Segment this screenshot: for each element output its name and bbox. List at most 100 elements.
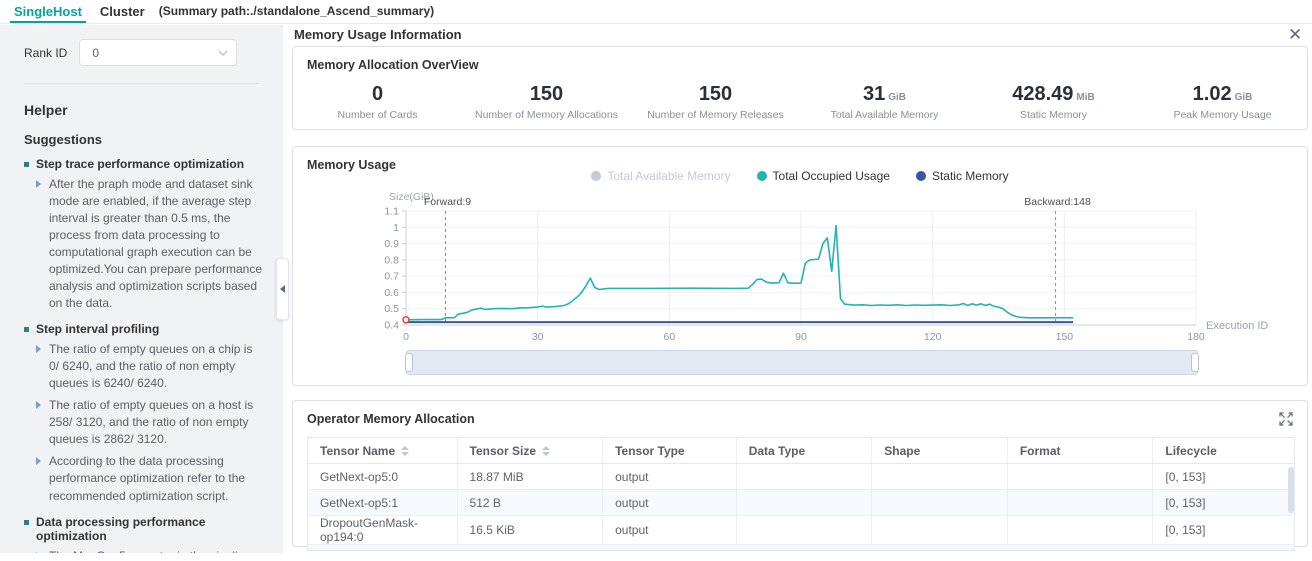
suggestions-title: Suggestions xyxy=(24,132,263,147)
table-scrollbar[interactable] xyxy=(1288,465,1294,547)
square-bullet-icon xyxy=(24,162,29,167)
stat-label: Number of Cards xyxy=(293,109,462,121)
suggestion-section-title: Data processing performance optimization xyxy=(24,515,263,543)
stat-value: 31GiB xyxy=(800,83,969,106)
suggestion-item[interactable]: According to the data processing perform… xyxy=(36,453,263,504)
suggestion-section: Data processing performance optimization… xyxy=(24,515,263,553)
table-row: GetNext-op5:1512 Boutput[0, 153] xyxy=(308,490,1295,516)
svg-text:Forward:9: Forward:9 xyxy=(424,196,471,208)
column-header-tensor-size[interactable]: Tensor Size xyxy=(457,438,603,464)
close-icon[interactable]: ✕ xyxy=(1288,25,1302,45)
legend-item[interactable]: Static Memory xyxy=(916,169,1009,183)
svg-text:1.1: 1.1 xyxy=(384,206,399,218)
stat-number: 1.02 xyxy=(1193,83,1232,105)
svg-text:60: 60 xyxy=(663,331,675,343)
table-cell: [0, 153] xyxy=(1153,464,1295,490)
svg-text:120: 120 xyxy=(924,331,942,343)
table-scrollbar-thumb[interactable] xyxy=(1288,467,1294,513)
column-header-tensor-name[interactable]: Tensor Name xyxy=(308,438,458,464)
column-label: Tensor Type xyxy=(615,444,685,458)
rank-id-value: 0 xyxy=(92,46,99,60)
overview-stat: 428.49MiBStatic Memory xyxy=(969,83,1138,121)
legend-label: Static Memory xyxy=(932,169,1009,183)
legend-dot-icon xyxy=(916,171,926,181)
helper-title: Helper xyxy=(24,102,263,118)
legend-item[interactable]: Total Occupied Usage xyxy=(757,169,890,183)
column-header-data-type: Data Type xyxy=(736,438,872,464)
legend-item[interactable]: Total Available Memory xyxy=(591,169,730,183)
rank-id-select[interactable]: 0 xyxy=(79,39,237,66)
svg-text:0: 0 xyxy=(403,331,409,343)
table-cell: [0, 153] xyxy=(1153,490,1295,516)
stat-number: 150 xyxy=(530,83,563,105)
legend-label: Total Available Memory xyxy=(607,169,730,183)
legend-dot-icon xyxy=(591,171,601,181)
chart-zoom-slider[interactable] xyxy=(406,350,1198,375)
stat-unit: MiB xyxy=(1076,92,1094,103)
chart-legend: Total Available Memory Total Occupied Usa… xyxy=(293,169,1307,183)
memory-allocation-overview-panel: Memory Allocation OverView 0 Number of Ca… xyxy=(292,46,1308,130)
table-panel-title: Operator Memory Allocation xyxy=(307,412,475,426)
clipped-row xyxy=(307,545,1295,551)
tab-cluster[interactable]: Cluster xyxy=(96,1,149,23)
table-cell xyxy=(872,464,1008,490)
table-cell xyxy=(736,490,872,516)
overview-stat: 31GiBTotal Available Memory xyxy=(800,83,969,121)
summary-path: (Summary path:./standalone_Ascend_summar… xyxy=(159,4,434,23)
overview-stat: 0 Number of Cards xyxy=(293,83,462,121)
suggestion-section-label: Step trace performance optimization xyxy=(36,157,244,171)
rank-id-label: Rank ID xyxy=(24,46,67,60)
suggestion-item[interactable]: After the praph mode and dataset sink mo… xyxy=(36,176,263,312)
table-cell xyxy=(1007,516,1153,545)
operator-memory-allocation-panel: Operator Memory Allocation Tensor NameTe… xyxy=(292,400,1308,547)
svg-text:Backward:148: Backward:148 xyxy=(1024,196,1091,208)
column-header-shape: Shape xyxy=(872,438,1008,464)
table-cell xyxy=(872,516,1008,545)
svg-text:0.4: 0.4 xyxy=(384,320,399,332)
svg-text:180: 180 xyxy=(1187,331,1205,343)
table-cell: 16.5 KiB xyxy=(457,516,603,545)
tab-singlehost[interactable]: SingleHost xyxy=(10,1,86,23)
stat-value: 0 xyxy=(293,83,462,106)
svg-text:1: 1 xyxy=(393,222,399,234)
square-bullet-icon xyxy=(24,520,29,525)
overview-panel-title: Memory Allocation OverView xyxy=(307,58,479,72)
overview-stat: 1.02GiBPeak Memory Usage xyxy=(1138,83,1307,121)
svg-text:Execution ID: Execution ID xyxy=(1206,320,1268,332)
slider-handle-right[interactable] xyxy=(1191,353,1199,372)
table-cell xyxy=(736,464,872,490)
table-cell: output xyxy=(603,516,737,545)
stat-label: Peak Memory Usage xyxy=(1138,109,1307,121)
collapse-left-icon xyxy=(280,285,285,293)
table-cell: 512 B xyxy=(457,490,603,516)
suggestion-item[interactable]: The ratio of empty queues on a chip is 0… xyxy=(36,341,263,392)
sort-carets-icon[interactable] xyxy=(401,446,409,456)
stat-value: 150 xyxy=(631,83,800,106)
stat-value: 150 xyxy=(462,83,631,106)
stat-label: Static Memory xyxy=(969,109,1138,121)
table-cell: [0, 153] xyxy=(1153,516,1295,545)
chevron-down-icon xyxy=(218,50,228,56)
column-label: Lifecycle xyxy=(1165,444,1216,458)
overview-stats-row: 0 Number of Cards150Number of Memory Allo… xyxy=(293,83,1307,121)
suggestion-item[interactable]: The ratio of empty queues on a host is 2… xyxy=(36,397,263,448)
expand-fullscreen-icon[interactable] xyxy=(1279,412,1293,426)
table-cell: DropoutGenMask-op194:0 xyxy=(308,516,458,545)
table-cell xyxy=(1007,464,1153,490)
operator-table: Tensor NameTensor Size Tensor Type Data Ty… xyxy=(307,437,1295,551)
svg-text:90: 90 xyxy=(795,331,807,343)
stat-number: 0 xyxy=(372,83,383,105)
overview-stat: 150Number of Memory Allocations xyxy=(462,83,631,121)
stat-unit: GiB xyxy=(888,92,906,103)
sidebar-collapse-button[interactable] xyxy=(276,258,289,320)
table-cell: output xyxy=(603,490,737,516)
table-cell: GetNext-op5:0 xyxy=(308,464,458,490)
column-label: Shape xyxy=(884,444,920,458)
memory-usage-panel: Memory Usage Total Available MemoryTotal… xyxy=(292,146,1308,386)
sort-carets-icon[interactable] xyxy=(542,446,550,456)
table-cell xyxy=(872,490,1008,516)
page-title: Memory Usage Information xyxy=(294,27,462,42)
slider-handle-left[interactable] xyxy=(405,353,413,372)
suggestion-item[interactable]: The MapOp_5 operator in the pipeline may… xyxy=(36,548,263,553)
suggestion-section: Step interval profilingThe ratio of empt… xyxy=(24,322,263,504)
